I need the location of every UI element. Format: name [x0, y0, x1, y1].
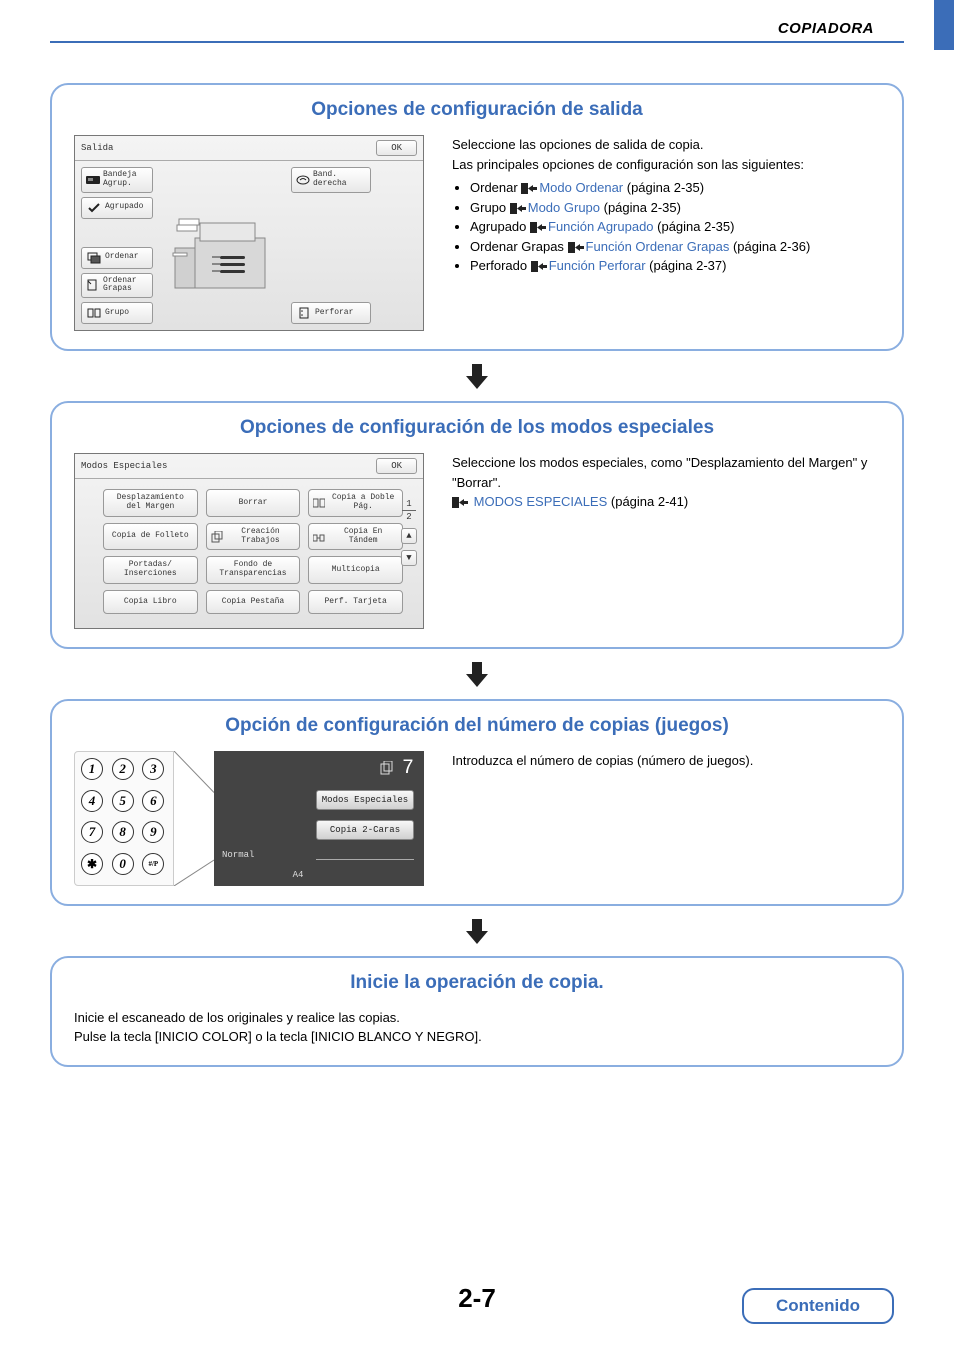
arrow-down-icon [462, 659, 492, 689]
copy-screen: 7 Modos Especiales Copia 2-Caras Normal [214, 751, 424, 886]
page-down-button[interactable]: ▼ [401, 550, 417, 566]
arrow-down-icon [462, 361, 492, 391]
staple-icon [86, 278, 100, 292]
sbtn-creacion-trabajos[interactable]: Creación Trabajos [206, 523, 301, 551]
step-modos-title: Opciones de configuración de los modos e… [74, 417, 880, 439]
btn-copia-2caras[interactable]: Copia 2-Caras [316, 820, 414, 840]
link-funcion-ordenar-grapas[interactable]: Función Ordenar Grapas [586, 239, 730, 254]
key-7[interactable]: 7 [81, 821, 103, 843]
xref-icon [568, 242, 584, 253]
panel-salida: Salida OK Bandeja Agrup. Agrupado [74, 135, 424, 331]
xref-icon [531, 261, 547, 272]
keypad-panel: 1 2 3 4 5 6 7 8 9 ✱ 0 #/P [74, 751, 424, 886]
printer-illustration [165, 193, 285, 303]
wedge [174, 751, 214, 886]
dualpage-icon [313, 497, 325, 509]
btn-modos-especiales[interactable]: Modos Especiales [316, 790, 414, 810]
page: COPIADORA Opciones de configuración de s… [0, 0, 954, 1350]
step-modos: Opciones de configuración de los modos e… [50, 401, 904, 649]
btn-ordenar[interactable]: Ordenar [81, 247, 153, 269]
sbtn-copia-doble-pag[interactable]: Copia a Doble Pág. [308, 489, 403, 517]
key-1[interactable]: 1 [81, 758, 103, 780]
copias-text: Introduzca el número de copias (número d… [452, 751, 880, 771]
normal-label: Normal [222, 850, 254, 860]
salida-text: Seleccione las opciones de salida de cop… [452, 135, 880, 276]
panel-salida-ok[interactable]: OK [376, 140, 417, 156]
btn-ordenar-grapas[interactable]: Ordenar Grapas [81, 273, 153, 299]
copy-count: 7 [402, 757, 414, 780]
sbtn-multicopia[interactable]: Multicopia [308, 556, 403, 584]
key-2[interactable]: 2 [112, 758, 134, 780]
panel-modos-title: Modos Especiales [81, 461, 167, 471]
group-pages-icon [86, 306, 102, 320]
step-copias: Opción de configuración del número de co… [50, 699, 904, 906]
panel-modos: Modos Especiales OK Desplazamiento del M… [74, 453, 424, 629]
keypad: 1 2 3 4 5 6 7 8 9 ✱ 0 #/P [74, 751, 174, 886]
li-ordenar-grapas: Ordenar Grapas Función Ordenar Grapas (p… [470, 237, 880, 257]
sbtn-desplazamiento-margen[interactable]: Desplazamiento del Margen [103, 489, 198, 517]
step-inicio: Inicie la operación de copia. Inicie el … [50, 956, 904, 1067]
header-rule [50, 41, 904, 43]
sbtn-copia-folleto[interactable]: Copia de Folleto [103, 523, 198, 551]
li-perforado: Perforado Función Perforar (página 2-37) [470, 256, 880, 276]
link-modo-ordenar[interactable]: Modo Ordenar [539, 180, 623, 195]
link-funcion-perforar[interactable]: Función Perforar [549, 258, 646, 273]
arrow-down-icon [462, 916, 492, 946]
sheets-icon [380, 761, 394, 775]
pager: 1 2 ▲ ▼ [401, 499, 417, 566]
tandem-icon [313, 531, 325, 543]
panel-salida-title: Salida [81, 143, 113, 153]
a4-label: A4 [293, 870, 304, 880]
sbtn-copia-libro[interactable]: Copia Libro [103, 590, 198, 614]
sbtn-borrar[interactable]: Borrar [206, 489, 301, 517]
sbtn-fondo-transparencias[interactable]: Fondo de Transparencias [206, 556, 301, 584]
sbtn-perf-tarjeta[interactable]: Perf. Tarjeta [308, 590, 403, 614]
sort-pages-icon [86, 251, 102, 265]
tray-dark-icon [86, 173, 100, 187]
key-4[interactable]: 4 [81, 790, 103, 812]
link-modos-especiales[interactable]: MODOS ESPECIALES [474, 494, 608, 509]
side-tab [934, 0, 954, 50]
contenido-button[interactable]: Contenido [742, 1288, 894, 1324]
key-0[interactable]: 0 [112, 853, 134, 875]
step-salida-title: Opciones de configuración de salida [74, 99, 880, 121]
li-agrupado: Agrupado Función Agrupado (página 2-35) [470, 217, 880, 237]
li-grupo: Grupo Modo Grupo (página 2-35) [470, 198, 880, 218]
sbtn-copia-pestana[interactable]: Copia Pestaña [206, 590, 301, 614]
btn-band-derecha[interactable]: Band. derecha [291, 167, 371, 193]
step-inicio-title: Inicie la operación de copia. [74, 972, 880, 994]
step-salida: Opciones de configuración de salida Sali… [50, 83, 904, 351]
sbtn-copia-tandem[interactable]: Copia En Tándem [308, 523, 403, 551]
check-icon [86, 201, 102, 215]
key-9[interactable]: 9 [142, 821, 164, 843]
key-8[interactable]: 8 [112, 821, 134, 843]
btn-agrupado[interactable]: Agrupado [81, 197, 153, 219]
link-funcion-agrupado[interactable]: Función Agrupado [548, 219, 654, 234]
xref-icon [530, 222, 546, 233]
btn-perforar[interactable]: Perforar [291, 302, 371, 324]
right-tray-icon [296, 173, 310, 187]
key-3[interactable]: 3 [142, 758, 164, 780]
li-ordenar: Ordenar Modo Ordenar (página 2-35) [470, 178, 880, 198]
link-modo-grupo[interactable]: Modo Grupo [528, 200, 600, 215]
modos-text: Seleccione los modos especiales, como "D… [452, 453, 880, 512]
key-hash[interactable]: #/P [142, 853, 164, 875]
punch-icon [296, 306, 312, 320]
page-up-button[interactable]: ▲ [401, 528, 417, 544]
key-6[interactable]: 6 [142, 790, 164, 812]
key-5[interactable]: 5 [112, 790, 134, 812]
xref-icon [510, 203, 526, 214]
xref-icon [452, 497, 468, 508]
jobs-icon [211, 531, 223, 543]
btn-grupo[interactable]: Grupo [81, 302, 153, 324]
header-title: COPIADORA [50, 20, 904, 37]
btn-bandeja-agrup[interactable]: Bandeja Agrup. [81, 167, 153, 193]
xref-icon [521, 183, 537, 194]
sbtn-portadas-inserciones[interactable]: Portadas/ Inserciones [103, 556, 198, 584]
step-copias-title: Opción de configuración del número de co… [74, 715, 880, 737]
panel-modos-ok[interactable]: OK [376, 458, 417, 474]
key-star[interactable]: ✱ [81, 853, 103, 875]
